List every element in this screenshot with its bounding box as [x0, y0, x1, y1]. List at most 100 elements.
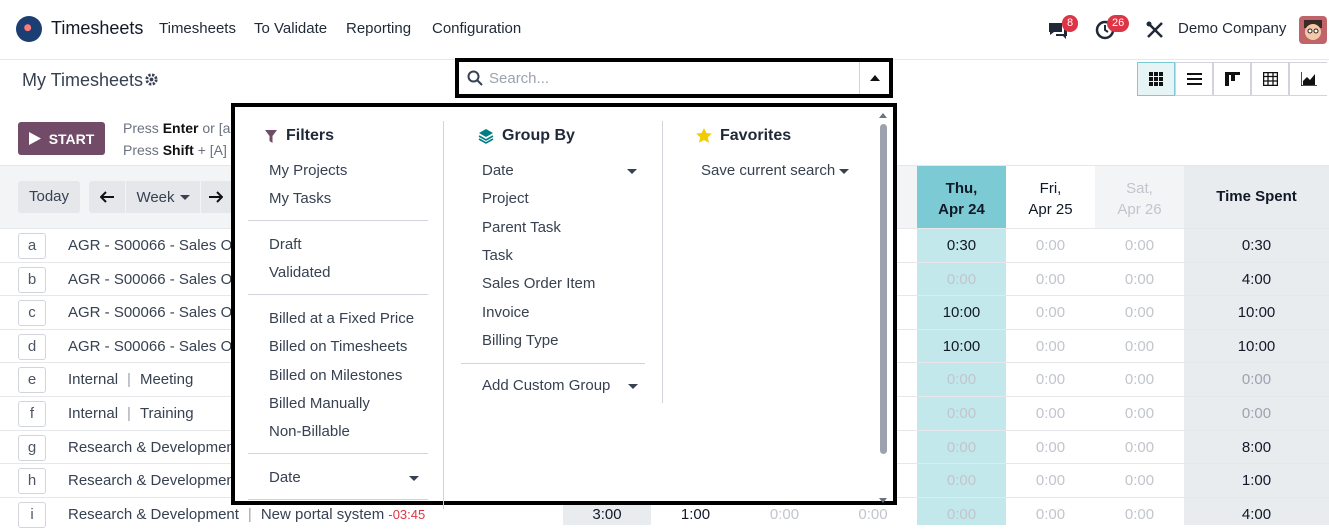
groupby-date[interactable]: Date: [482, 162, 514, 179]
cell-fri[interactable]: 0:00: [1006, 237, 1095, 254]
caret-down-icon: [628, 384, 638, 389]
row-key[interactable]: g: [18, 434, 46, 461]
row-label[interactable]: AGR - S00066 - Sales Orc: [68, 304, 245, 321]
user-avatar[interactable]: [1299, 16, 1327, 44]
cell-mon[interactable]: 3:00: [563, 506, 651, 523]
row-key[interactable]: h: [18, 468, 46, 495]
cell-sat[interactable]: 0:00: [1095, 371, 1184, 388]
filter-validated[interactable]: Validated: [269, 264, 330, 281]
search-input[interactable]: [489, 62, 859, 94]
cell-sat[interactable]: 0:00: [1095, 271, 1184, 288]
kanban-view-button[interactable]: [1213, 62, 1251, 96]
filter-billed-milestones[interactable]: Billed on Milestones: [269, 367, 402, 384]
cell-sat[interactable]: 0:00: [1095, 506, 1184, 523]
cell-sat[interactable]: 0:00: [1095, 304, 1184, 321]
company-switcher[interactable]: Demo Company: [1178, 20, 1286, 37]
menu-reporting[interactable]: Reporting: [346, 20, 411, 37]
groupby-invoice[interactable]: Invoice: [482, 304, 530, 321]
start-button[interactable]: START: [18, 122, 105, 155]
save-current-search[interactable]: Save current search: [701, 162, 835, 179]
cell-sat[interactable]: 0:00: [1095, 237, 1184, 254]
row-label[interactable]: AGR - S00066 - Sales Orc: [68, 271, 245, 288]
cell-thu[interactable]: 0:00: [917, 472, 1006, 489]
cell-wed[interactable]: 0:00: [740, 506, 829, 523]
cell-thu[interactable]: 0:00: [917, 506, 1006, 523]
cell-fri[interactable]: 0:00: [1006, 371, 1095, 388]
filter-billed-manually[interactable]: Billed Manually: [269, 395, 370, 412]
week-selector[interactable]: Week: [126, 181, 200, 213]
menu-timesheets[interactable]: Timesheets: [159, 20, 236, 37]
cell-fri[interactable]: 0:00: [1006, 506, 1095, 523]
cell-thu[interactable]: 0:00: [917, 405, 1006, 422]
grid-view-button[interactable]: [1137, 62, 1175, 96]
today-button[interactable]: Today: [18, 181, 80, 213]
filter-non-billable[interactable]: Non-Billable: [269, 423, 350, 440]
row-key[interactable]: e: [18, 367, 46, 394]
add-custom-group[interactable]: Add Custom Group: [482, 377, 610, 394]
groupby-billing-type[interactable]: Billing Type: [482, 332, 558, 349]
caret-down-icon: [409, 476, 419, 481]
row-key[interactable]: d: [18, 333, 46, 360]
cell-sat[interactable]: 0:00: [1095, 405, 1184, 422]
scrollbar-thumb[interactable]: [880, 124, 887, 454]
row-label[interactable]: Research & Development | New portal system…: [68, 506, 425, 523]
cell-thu[interactable]: 0:00: [917, 439, 1006, 456]
cell-fri[interactable]: 0:00: [1006, 439, 1095, 456]
cell-fri[interactable]: 0:00: [1006, 338, 1095, 355]
filters-separator: [248, 220, 428, 221]
cell-sat[interactable]: 0:00: [1095, 439, 1184, 456]
app-title[interactable]: Timesheets: [51, 18, 143, 39]
filter-my-projects[interactable]: My Projects: [269, 162, 347, 179]
groupby-sales-order-item[interactable]: Sales Order Item: [482, 275, 595, 292]
column-header-fri: Fri, Apr 25: [1006, 166, 1095, 228]
cell-wed2[interactable]: 0:00: [829, 506, 917, 523]
row-label[interactable]: AGR - S00066 - Sales Orc: [68, 237, 245, 254]
cell-fri[interactable]: 0:00: [1006, 472, 1095, 489]
previous-button[interactable]: [89, 181, 125, 213]
list-view-button[interactable]: [1175, 62, 1213, 96]
app-logo-icon[interactable]: [16, 16, 42, 42]
row-label[interactable]: AGR - S00066 - Sales Orc: [68, 338, 245, 355]
filter-billed-timesheets[interactable]: Billed on Timesheets: [269, 338, 407, 355]
activity-badge: 26: [1107, 15, 1130, 32]
row-label[interactable]: Internal | Training: [68, 405, 194, 422]
filter-date[interactable]: Date: [269, 469, 301, 486]
cell-thu[interactable]: 0:00: [917, 271, 1006, 288]
graph-view-button[interactable]: [1289, 62, 1327, 96]
groupby-task[interactable]: Task: [482, 247, 513, 264]
cell-sat[interactable]: 0:00: [1095, 338, 1184, 355]
groupby-parent-task[interactable]: Parent Task: [482, 219, 561, 236]
row-label[interactable]: Research & Development: [68, 439, 239, 456]
menu-to-validate[interactable]: To Validate: [254, 20, 327, 37]
next-button[interactable]: [201, 181, 231, 213]
row-label[interactable]: Internal | Meeting: [68, 371, 193, 388]
cell-fri[interactable]: 0:00: [1006, 271, 1095, 288]
row-key[interactable]: b: [18, 266, 46, 293]
search-box[interactable]: [455, 58, 893, 98]
filter-my-tasks[interactable]: My Tasks: [269, 190, 331, 207]
filter-billed-fixed[interactable]: Billed at a Fixed Price: [269, 310, 414, 327]
gear-icon[interactable]: [144, 72, 159, 91]
row-key[interactable]: i: [18, 501, 46, 528]
search-toggle-button[interactable]: [859, 62, 889, 94]
filter-draft[interactable]: Draft: [269, 236, 302, 253]
row-label[interactable]: Research & Development: [68, 472, 239, 489]
row-key[interactable]: f: [18, 401, 46, 427]
cell-thu[interactable]: 0:30: [917, 237, 1006, 254]
cell-thu[interactable]: 10:00: [917, 338, 1006, 355]
groupby-project[interactable]: Project: [482, 190, 529, 207]
cell-fri[interactable]: 0:00: [1006, 405, 1095, 422]
row-key[interactable]: a: [18, 233, 46, 259]
cell-sat[interactable]: 0:00: [1095, 472, 1184, 489]
cell-thu[interactable]: 0:00: [917, 371, 1006, 388]
dropdown-scrollbar[interactable]: [877, 111, 889, 505]
pivot-view-button[interactable]: [1251, 62, 1289, 96]
row-key[interactable]: c: [18, 300, 46, 327]
cell-thu[interactable]: 10:00: [917, 304, 1006, 321]
cell-tue[interactable]: 1:00: [651, 506, 740, 523]
cell-fri[interactable]: 0:00: [1006, 304, 1095, 321]
caret-down-icon: [179, 194, 190, 200]
cell-total: 8:00: [1241, 438, 1272, 456]
menu-configuration[interactable]: Configuration: [432, 20, 521, 37]
tools-icon[interactable]: [1145, 20, 1165, 44]
